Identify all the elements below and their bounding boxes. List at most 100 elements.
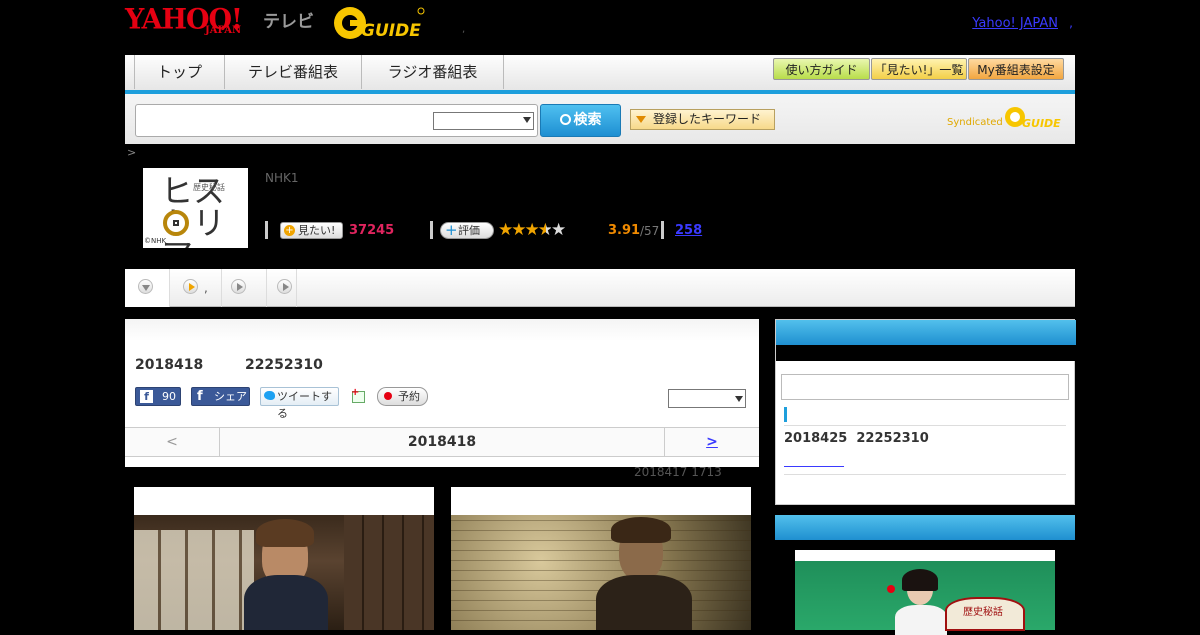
nav-spacer <box>125 55 135 89</box>
star-icon: ★ <box>511 220 526 240</box>
record-icon <box>384 392 392 400</box>
usage-guide-button[interactable]: 使い方ガイド <box>773 58 870 80</box>
my-schedule-settings-button[interactable]: My番組表設定 <box>968 58 1064 80</box>
scene-card[interactable] <box>134 487 434 630</box>
related-image-box: 歴史秘話 <box>775 515 1075 635</box>
subtab-item[interactable] <box>267 269 297 307</box>
chevron-down-icon <box>523 117 531 123</box>
program-header: > ヒストリア 歴史秘話 ©NHK NHK1 + 見たい! 37245 + 評価… <box>125 144 1075 269</box>
tweet-button[interactable]: ツイートする <box>260 387 339 420</box>
thumbnail-copyright: ©NHK <box>144 237 167 245</box>
sidebox-marker <box>784 407 787 422</box>
promo-caption: 歴史秘話 <box>963 607 1003 618</box>
metric-divider <box>430 221 433 239</box>
subtab-item[interactable]: , <box>170 269 222 307</box>
facebook-icon: f <box>197 389 203 404</box>
last-updated: 2018417 1713 <box>634 465 722 479</box>
episode-panel: 2018418 22252310 f 90 f シェア ツイートする + 予約 … <box>125 319 759 467</box>
metric-divider <box>661 221 664 239</box>
facebook-share-button[interactable]: f シェア <box>191 387 250 406</box>
saved-keywords-button[interactable]: 登録したキーワード <box>630 109 775 130</box>
scene-image <box>451 515 751 630</box>
scene-image <box>134 515 434 630</box>
facebook-icon: f <box>140 390 153 403</box>
play-icon <box>231 279 246 294</box>
star-icon: ★ <box>498 220 513 240</box>
star-empty-icon: ★ <box>551 220 566 240</box>
date-navigation: < 2018418 > <box>125 427 759 457</box>
episode-time-value: 22252310 <box>244 357 323 373</box>
tweet-label: ツイートする <box>277 390 332 420</box>
saved-keywords-label: 登録したキーワード <box>653 112 762 126</box>
metric-divider <box>265 221 268 239</box>
program-subtabs: , <box>125 269 1075 307</box>
rating-stars: ★★★★★ <box>498 220 566 240</box>
episode-date-value: 2018418 <box>135 357 204 373</box>
thumbnail-subtitle: 歴史秘話 <box>193 183 225 192</box>
search-category-select[interactable] <box>433 112 534 130</box>
reserve-label: 予約 <box>398 390 420 403</box>
tab-top[interactable]: トップ <box>135 55 225 89</box>
mitai-count: 37245 <box>349 223 395 238</box>
syndicated-text: Syndicated <box>947 117 1003 128</box>
star-half-icon: ★ <box>537 220 553 240</box>
watchlist-button[interactable]: 「見たい!」一覧 <box>871 58 967 80</box>
breadcrumb[interactable]: > <box>127 146 136 159</box>
play-icon <box>183 279 198 294</box>
rate-label: 評価 <box>458 224 480 237</box>
rate-button[interactable]: + 評価 <box>440 222 494 239</box>
subtab-active[interactable] <box>125 269 170 307</box>
yahoo-japan-link[interactable]: Yahoo! JAPAN <box>972 16 1058 31</box>
subtab-item[interactable] <box>222 269 267 307</box>
next-broadcast-time: 22252310 <box>856 431 929 446</box>
current-date: 2018418 <box>407 434 477 450</box>
thumbnail-emblem <box>163 210 189 236</box>
rating-count: /57 <box>640 224 660 238</box>
reserve-button[interactable]: 予約 <box>377 387 428 406</box>
scene-card[interactable] <box>451 487 751 630</box>
gguide-logo[interactable]: GUIDE <box>333 6 425 40</box>
sidebox-input[interactable] <box>781 374 1069 400</box>
sidebox-subheader <box>776 345 1076 361</box>
episode-select[interactable] <box>668 389 746 408</box>
rating-value: 3.91 <box>608 223 641 238</box>
comments-link[interactable]: 258 <box>675 223 702 238</box>
sidebox-header <box>776 320 1076 345</box>
next-broadcast-datetime: 2018425 22252310 <box>784 431 929 446</box>
chevron-down-icon <box>636 116 646 123</box>
episode-panel-top <box>125 319 759 341</box>
next-broadcast-date: 2018425 <box>784 431 848 446</box>
prev-date-button[interactable]: < <box>125 428 220 456</box>
plus-icon: + <box>284 225 295 236</box>
star-icon: ★ <box>524 220 540 240</box>
tab-tv-schedule[interactable]: テレビ番組表 <box>225 55 362 89</box>
search-bar: 検索 登録したキーワード Syndicated GUIDE <box>125 94 1075 144</box>
subtab-label: , <box>204 281 208 295</box>
header-dot: , <box>1069 16 1073 30</box>
mitai-button[interactable]: + 見たい! <box>280 222 343 239</box>
promo-image-frame: 歴史秘話 <box>795 550 1055 635</box>
tab-radio-schedule[interactable]: ラジオ番組表 <box>362 55 504 89</box>
next-date-button[interactable]: > <box>664 428 759 456</box>
sidebox-header <box>775 515 1075 540</box>
search-button[interactable]: 検索 <box>540 104 621 137</box>
facebook-share-label: シェア <box>214 390 247 403</box>
syndicated-gguide-logo: Syndicated GUIDE <box>947 107 1061 130</box>
plus-icon: + <box>445 221 458 239</box>
next-broadcast-box: 2018425 22252310 <box>775 319 1076 505</box>
facebook-like-button[interactable]: f 90 <box>135 387 181 406</box>
play-icon <box>277 279 292 294</box>
mitai-label: 見たい! <box>298 224 336 237</box>
divider <box>784 425 1066 426</box>
program-thumbnail: ヒストリア 歴史秘話 ©NHK <box>143 168 248 248</box>
next-broadcast-link[interactable] <box>784 452 844 469</box>
site-header: YAHOO! JAPAN テレビ GUIDE , Yahoo! JAPAN , <box>125 0 1075 55</box>
promo-image[interactable]: 歴史秘話 <box>795 561 1055 635</box>
tv-logo-text[interactable]: テレビ <box>263 7 314 32</box>
divider <box>784 474 1066 475</box>
calendar-add-icon[interactable]: + <box>351 388 367 404</box>
episode-date: 2018418 22252310 <box>135 357 323 373</box>
header-separator: , <box>462 24 466 35</box>
twitter-icon <box>264 391 275 400</box>
svg-text:GUIDE: GUIDE <box>361 21 421 40</box>
